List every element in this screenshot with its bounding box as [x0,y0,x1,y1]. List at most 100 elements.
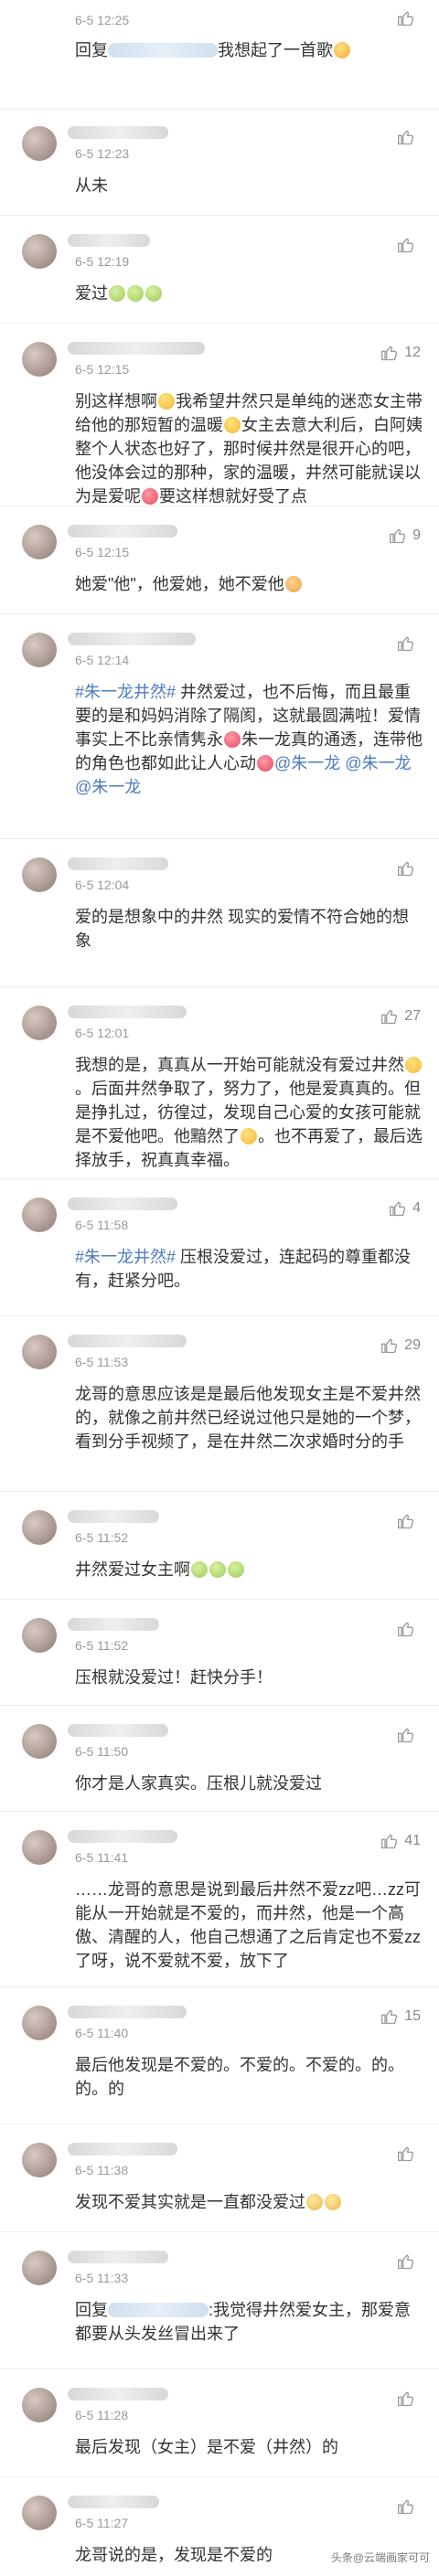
username-redacted[interactable] [68,1724,168,1737]
sad-emoji-icon [109,285,125,302]
redacted-username[interactable] [108,43,218,58]
thumbs-up-icon [390,1201,406,1217]
comment-item[interactable]: 6-5 12:15 12 别这样想啊 我希望井然只是单纯的迷恋女主带给他的那短暂的温暖… [0,324,439,506]
text-segment: 最后他发现是不爱的。不爱的。不爱的。的。的。的 [75,2056,404,2098]
smile-emoji-icon [224,417,241,433]
comment-item[interactable]: 6-5 11:33 回复:我觉得井然爱女主，那爱意都要从头发丝冒出来了 [0,2232,439,2369]
like-button[interactable]: 27 [380,1007,421,1026]
like-button[interactable] [397,2252,421,2271]
username-redacted[interactable] [68,1510,159,1523]
like-button[interactable]: 41 [380,1832,421,1850]
comment-item[interactable]: 6-5 12:19 爱过 [0,216,439,324]
avatar[interactable] [22,1198,57,1232]
comment-item[interactable]: 6-5 11:38 发现不爱其实就是一直都没爱过 [0,2124,439,2232]
comment-text: 最后他发现是不爱的。不爱的。不爱的。的。的。的 [75,2053,423,2101]
like-button[interactable]: 12 [380,344,421,362]
username-redacted[interactable] [68,1830,177,1843]
avatar[interactable] [22,1335,57,1369]
avatar[interactable] [22,633,57,667]
username-redacted[interactable] [68,1006,187,1018]
like-button[interactable] [397,9,421,27]
avatar[interactable] [22,342,57,377]
like-button[interactable]: 29 [380,1336,421,1355]
avatar[interactable] [22,2496,57,2530]
username-redacted[interactable] [68,2496,159,2508]
avatar[interactable] [22,857,57,892]
mention-link[interactable]: @朱一龙 [274,754,340,772]
username-redacted[interactable] [68,2251,168,2263]
avatar[interactable] [22,2006,57,2040]
avatar[interactable] [22,1006,57,1040]
comment-item[interactable]: 6-5 12:14 #朱一龙井然# 井然爱过，也不后悔，而且最重要的是和妈妈消除了… [0,614,439,839]
topic-link[interactable]: #朱一龙井然# [75,1248,176,1266]
username-redacted[interactable] [68,126,168,139]
comment-timestamp: 6-5 12:15 [75,545,130,559]
avatar[interactable] [22,1724,57,1759]
sad-emoji-icon [228,1561,244,1578]
comment-item[interactable]: 6-5 12:01 27 我想的是，真真从一开始可能就没有爱过井然。后面井然争取了，… [0,987,439,1179]
like-button[interactable] [397,859,421,878]
like-button[interactable] [397,1620,421,1638]
avatar[interactable] [22,525,57,559]
comment-text: 井然爱过女主啊 [75,1558,423,1581]
comment-item[interactable]: 6-5 11:40 15 最后他发现是不爱的。不爱的。不爱的。的。的。的 [0,1987,439,2124]
like-button[interactable] [397,2145,421,2163]
avatar[interactable] [22,126,57,161]
like-button[interactable] [397,1512,421,1530]
comment-item[interactable]: 6-5 12:23 从未 [0,108,439,216]
like-button[interactable]: 9 [389,527,421,545]
comment-timestamp: 6-5 11:41 [75,1850,129,1865]
comment-feed: 6-5 12:25 回复 我想起了一首歌 6-5 12:23 从未 6-5 12:19 爱过… [0,0,439,2576]
username-redacted[interactable] [68,525,177,538]
avatar[interactable] [22,2143,57,2177]
username-redacted[interactable] [68,857,168,870]
comment-item[interactable]: 6-5 12:04 爱的是想象中的井然 现实的爱情不符合她的想象 [0,839,439,987]
mention-link[interactable]: @朱一龙 [75,778,141,796]
avatar[interactable] [22,2251,57,2285]
comment-text: #朱一龙井然# 压根没爱过，连起码的尊重都没有，赶紧分吧。 [75,1245,423,1293]
comment-item[interactable]: 6-5 11:28 最后发现（女主）是不爱（井然）的 [0,2369,439,2477]
username-redacted[interactable] [68,234,150,247]
comment-text: ……龙哥的意思是说到最后井然不爱zz吧…zz可能从一开始就是不爱的，而井然，他是… [75,1878,423,1973]
like-button[interactable] [397,2390,421,2408]
like-button[interactable]: 15 [380,2007,421,2026]
username-redacted[interactable] [68,342,205,355]
text-segment: 你才是人家真实。压根儿就没爱过 [75,1774,322,1793]
username-redacted[interactable] [68,2143,177,2156]
comment-timestamp: 6-5 11:27 [75,2516,129,2530]
comment-item[interactable]: 6-5 11:41 41 ……龙哥的意思是说到最后井然不爱zz吧…zz可能从一开始就… [0,1812,439,1987]
username-redacted[interactable] [68,2006,187,2018]
thumbs-up-icon [398,2146,414,2162]
comment-text: 她爱"他"，他爱她，她不爱他 [75,572,423,596]
comment-item[interactable]: 6-5 11:58 4 #朱一龙井然# 压根没爱过，连起码的尊重都没有，赶紧分吧。 [0,1179,439,1316]
like-button[interactable] [397,2497,421,2516]
avatar[interactable] [22,234,57,269]
comment-item[interactable]: 6-5 11:50 你才是人家真实。压根儿就没爱过 [0,1706,439,1812]
username-redacted[interactable] [68,1198,177,1210]
comment-item[interactable]: 6-5 12:25 回复 我想起了一首歌 [0,0,439,110]
like-button[interactable] [397,1726,421,1744]
like-button[interactable] [397,128,421,146]
avatar[interactable] [22,1618,57,1653]
topic-link[interactable]: #朱一龙井然# [75,683,176,701]
avatar[interactable] [22,2388,57,2422]
avatar[interactable] [22,1830,57,1865]
thumbs-up-icon [398,2391,414,2407]
username-redacted[interactable] [68,1335,187,1347]
username-redacted[interactable] [68,633,196,645]
username-redacted[interactable] [68,1618,159,1631]
like-button[interactable]: 4 [389,1199,421,1218]
like-button[interactable] [397,634,421,653]
thumbs-up-icon [398,1622,414,1637]
username-redacted[interactable] [68,2388,168,2400]
redacted-username[interactable] [108,2303,209,2317]
mention-link[interactable]: @朱一龙 [345,754,411,772]
comment-item[interactable]: 6-5 11:52 压根就没爱过！赶快分手！ [0,1600,439,1706]
heart-emoji-icon [257,755,273,772]
comment-item[interactable]: 6-5 11:53 29 龙哥的意思应该是是最后他发现女主是不爱井然的，就像之前井然… [0,1316,439,1492]
comment-item[interactable]: 6-5 11:52 井然爱过女主啊 [0,1492,439,1600]
avatar[interactable] [22,1510,57,1545]
comment-item[interactable]: 6-5 12:15 9 她爱"他"，他爱她，她不爱他 [0,506,439,614]
like-button[interactable] [397,236,421,254]
like-count: 4 [412,1200,421,1216]
